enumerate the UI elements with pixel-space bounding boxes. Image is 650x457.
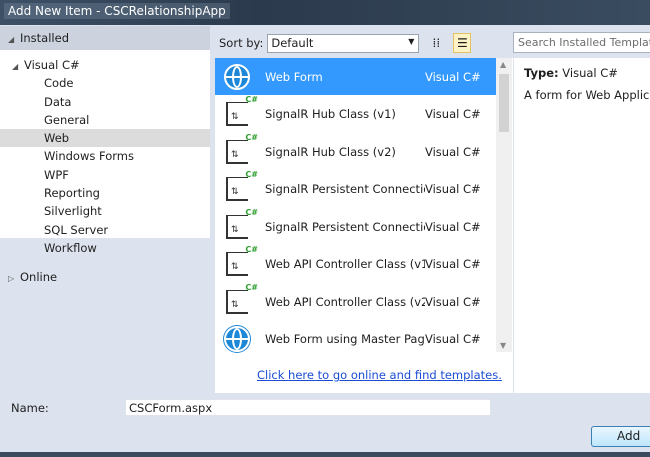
online-templates-link[interactable]: Click here to go online and find templat… — [257, 368, 502, 382]
sort-row: Sort by: Default ▼ ⁞⁞ ☰ — [219, 33, 472, 53]
sort-dropdown[interactable]: Default ▼ — [267, 33, 420, 53]
scrollbar[interactable]: ▲ ▼ — [496, 58, 512, 352]
type-label: Type: — [524, 66, 559, 80]
csharp-class-icon: C# ⇅ — [222, 208, 258, 241]
template-language: Visual C# — [425, 107, 481, 121]
scroll-down-icon[interactable]: ▼ — [500, 341, 506, 350]
globe-icon — [222, 63, 252, 91]
title-bar: Add New Item - CSCRelationshipApp — [0, 0, 650, 25]
template-language: Visual C# — [425, 69, 481, 84]
tree-item[interactable]: ◢ Visual C# — [0, 56, 210, 74]
tree-item-label: WPF — [44, 167, 69, 182]
small-icons-view-button[interactable]: ⁞⁞ — [427, 33, 445, 53]
template-name: Web Form using Master Page — [265, 332, 425, 346]
csharp-class-icon: C# ⇅ — [222, 133, 258, 166]
name-label: Name: — [11, 401, 49, 415]
tree-item[interactable]: General — [0, 111, 210, 129]
add-button[interactable]: Add — [591, 426, 650, 447]
expand-triangle-icon: ▷ — [8, 274, 15, 283]
window-title: Add New Item - CSCRelationshipApp — [4, 3, 230, 19]
tree-item[interactable]: Workflow — [0, 239, 210, 257]
template-row[interactable]: C# ⇅ SignalR Hub Class (v1) Visual C# — [215, 95, 496, 133]
tree-item[interactable]: SQL Server — [0, 221, 210, 239]
template-name: Web API Controller Class (v2) — [265, 294, 425, 309]
template-row[interactable]: C# ⇅ SignalR Hub Class (v2) Visual C# — [215, 133, 496, 170]
template-description: A form for Web Applications — [524, 88, 650, 102]
category-tree: ◢ Visual C# Code Data General Web Windows Form… — [0, 50, 210, 255]
template-language: Visual C# — [425, 332, 481, 346]
details-panel: Type: Visual C# A form for Web Applicati… — [514, 58, 650, 393]
collapse-triangle-icon: ◢ — [12, 62, 19, 71]
template-language: Visual C# — [425, 257, 481, 271]
template-name: Web API Controller Class (v1) — [265, 257, 425, 271]
template-row[interactable]: C# ⇅ Web API Controller Class (v1) Visual C… — [215, 245, 496, 283]
scroll-thumb[interactable] — [499, 74, 509, 132]
chevron-down-icon: ▼ — [408, 36, 415, 46]
template-language: Visual C# — [425, 182, 481, 196]
list-view-button[interactable]: ☰ — [453, 33, 472, 53]
collapse-triangle-icon: ◢ — [8, 35, 15, 44]
sort-label: Sort by: — [219, 36, 264, 50]
template-name: SignalR Persistent Connection... — [265, 219, 425, 234]
template-row[interactable]: C#⇅ SignalR Persistent Connection...Visua… — [215, 170, 496, 208]
tree-item[interactable]: Code — [0, 74, 210, 92]
type-value: Visual C# — [562, 66, 618, 80]
scroll-up-icon[interactable]: ▲ — [500, 60, 506, 69]
online-header[interactable]: ▷ Online — [8, 270, 57, 284]
tree-item-label: Silverlight — [44, 204, 102, 219]
template-name: Web Form — [265, 69, 323, 84]
tree-item[interactable]: WPF — [0, 166, 210, 184]
template-row[interactable]: Web Form using Master Page Visual C# — [215, 321, 496, 358]
tree-item-label: General — [44, 112, 90, 127]
online-label: Online — [20, 270, 58, 284]
tree-item-label: Reporting — [44, 186, 100, 201]
category-panel: ◢ Installed ◢ Visual C# Code Data General Web W… — [0, 26, 210, 394]
tree-item[interactable]: Windows Forms — [0, 147, 210, 165]
search-input[interactable]: Search Installed Templates — [513, 32, 650, 53]
tree-item[interactable]: Reporting — [0, 184, 210, 202]
template-row[interactable]: C#⇅ SignalR Persistent Connection...Visua… — [215, 208, 496, 245]
template-language: Visual C# — [425, 294, 481, 309]
tree-item-label: Windows Forms — [44, 149, 134, 164]
template-name: SignalR Hub Class (v1) — [265, 107, 396, 121]
tree-item-label: Code — [44, 76, 74, 91]
bottom-border — [0, 452, 650, 457]
csharp-class-icon: C# ⇅ — [222, 170, 258, 203]
installed-header[interactable]: ◢ Installed — [0, 26, 210, 50]
tree-item[interactable]: Silverlight — [0, 202, 210, 220]
template-language: Visual C# — [425, 219, 481, 234]
csharp-class-icon: C# ⇅ — [222, 95, 258, 128]
tree-item-label: SQL Server — [44, 222, 109, 237]
template-row[interactable]: C# ⇅ Web API Controller Class (v2) Visual C… — [215, 283, 496, 320]
tree-item[interactable]: Web — [0, 129, 210, 148]
globe-icon — [222, 325, 252, 353]
csharp-class-icon: C# ⇅ — [222, 283, 258, 316]
tree-item-label: Data — [44, 94, 72, 109]
template-list: Web Form Visual C# C# ⇅ SignalR Hub Class (v… — [215, 58, 513, 393]
template-language: Visual C# — [425, 144, 481, 159]
csharp-class-icon: C# ⇅ — [222, 245, 258, 278]
template-row[interactable]: Web Form Visual C# — [215, 58, 496, 95]
tree-item-label: Web — [44, 131, 70, 146]
name-input[interactable]: CSCForm.aspx — [125, 399, 491, 416]
template-name: SignalR Persistent Connection... — [265, 182, 425, 196]
tree-item-label: Workflow — [44, 240, 97, 255]
tree-item-label: Visual C# — [24, 58, 80, 72]
installed-label: Installed — [20, 31, 69, 45]
template-name: SignalR Hub Class (v2) — [265, 144, 396, 159]
sort-value: Default — [271, 35, 314, 50]
tree-item[interactable]: Data — [0, 93, 210, 111]
